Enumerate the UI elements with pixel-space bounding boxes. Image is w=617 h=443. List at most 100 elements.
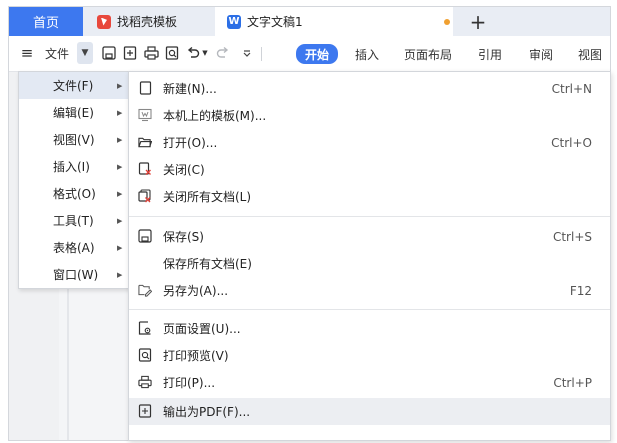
file-menu-item-shortcut: Ctrl+P — [553, 375, 592, 390]
ribbon-tab-view-label: 视图 — [578, 47, 603, 62]
file-menu-item-save-all[interactable]: 保存所有文档(E) — [129, 250, 610, 277]
tab-home-label: 首页 — [32, 16, 59, 31]
file-menu-label: 文件 — [44, 46, 69, 61]
file-menu-item-label: 打印(P)... — [163, 376, 216, 390]
file-menu-item-export-pdf[interactable]: 输出为PDF(F)... — [129, 398, 610, 425]
main-menu-item-label: 插入(I) — [53, 160, 90, 174]
file-menu-button[interactable]: 文件 — [37, 42, 77, 64]
ribbon-tab-insert-label: 插入 — [355, 47, 380, 62]
submenu-arrow-icon: ▶ — [117, 81, 123, 90]
save-toolbar-icon[interactable] — [101, 42, 117, 64]
file-menu-item-save-as[interactable]: 另存为(A)... F12 — [129, 277, 610, 304]
main-menu-item-view[interactable]: 视图(V) ▶ — [19, 126, 130, 153]
writer-doc-icon: W — [227, 14, 241, 29]
ribbon-tab-start[interactable]: 开始 — [296, 44, 339, 64]
main-menu-item-tools[interactable]: 工具(T) ▶ — [19, 207, 130, 234]
main-menu-item-label: 视图(V) — [53, 133, 95, 147]
file-menu-item-close[interactable]: 关闭(C) — [129, 156, 610, 183]
unsaved-dot-icon — [444, 19, 450, 25]
file-menu-item-label: 输出为PDF(F)... — [163, 405, 251, 419]
file-menu-item-new[interactable]: 新建(N)... Ctrl+N — [129, 75, 610, 102]
close-doc-icon — [138, 162, 152, 176]
main-menu-item-label: 窗口(W) — [53, 268, 99, 282]
tab-home[interactable]: 首页 — [9, 7, 83, 36]
toolbar: ≡ 文件 ▼ ▼ 开始 插入 页面布局 引用 审阅 视图 — [9, 36, 610, 72]
open-folder-icon — [138, 135, 152, 149]
tab-document[interactable]: W 文字文稿1 — [215, 7, 453, 36]
file-menu-item-label: 另存为(A)... — [163, 284, 229, 298]
ribbon-tab-page-layout-label: 页面布局 — [404, 47, 453, 62]
save-icon — [138, 229, 152, 243]
toolbar-divider — [261, 47, 262, 61]
save-as-icon — [138, 283, 152, 297]
file-menu-item-local-templates[interactable]: 本机上的模板(M)... — [129, 102, 610, 129]
new-tab-button[interactable]: + — [463, 7, 493, 36]
redo-icon[interactable] — [215, 42, 231, 64]
main-menu-item-label: 格式(O) — [53, 187, 96, 201]
undo-icon[interactable] — [185, 42, 201, 64]
menu-separator — [129, 216, 610, 217]
file-menu-item-label: 页面设置(U)... — [163, 322, 241, 336]
main-menu-item-file[interactable]: 文件(F) ▶ — [19, 72, 130, 99]
tab-templates-label: 找稻壳模板 — [117, 15, 178, 29]
main-menu-item-label: 表格(A) — [53, 241, 95, 255]
tab-templates[interactable]: 找稻壳模板 — [85, 7, 215, 36]
submenu-arrow-icon: ▶ — [117, 108, 123, 117]
submenu-arrow-icon: ▶ — [117, 162, 123, 171]
close-all-icon — [138, 189, 152, 203]
export-pdf-toolbar-icon[interactable] — [122, 42, 138, 64]
file-menu-item-shortcut: Ctrl+N — [551, 81, 592, 96]
page-setup-icon — [138, 321, 152, 335]
file-menu-item-print-preview[interactable]: 打印预览(V) — [129, 342, 610, 369]
main-menu-item-window[interactable]: 窗口(W) ▶ — [19, 261, 130, 288]
plus-icon: + — [469, 9, 487, 34]
file-menu-item-shortcut: Ctrl+S — [552, 229, 592, 244]
main-menu: 文件(F) ▶ 编辑(E) ▶ 视图(V) ▶ 插入(I) ▶ 格式(O) ▶ … — [18, 71, 131, 289]
file-menu-item-save[interactable]: 保存(S) Ctrl+S — [129, 223, 610, 250]
main-menu-item-edit[interactable]: 编辑(E) ▶ — [19, 99, 130, 126]
quick-access-more-icon[interactable] — [241, 42, 253, 64]
main-menu-item-label: 工具(T) — [53, 214, 94, 228]
submenu-arrow-icon: ▶ — [117, 270, 123, 279]
main-menu-item-format[interactable]: 格式(O) ▶ — [19, 180, 130, 207]
file-menu-item-label: 新建(N)... — [163, 82, 217, 96]
file-menu-item-open[interactable]: 打开(O)... Ctrl+O — [129, 129, 610, 156]
ribbon-tab-references[interactable]: 引用 — [478, 45, 502, 63]
template-icon — [138, 108, 152, 122]
hamburger-menu-icon[interactable]: ≡ — [17, 42, 37, 64]
print-preview-icon — [138, 348, 152, 362]
file-menu-item-label: 关闭(C) — [163, 163, 205, 177]
main-menu-item-label: 文件(F) — [53, 79, 94, 93]
print-toolbar-icon[interactable] — [143, 42, 159, 64]
submenu-arrow-icon: ▶ — [117, 189, 123, 198]
tab-document-label: 文字文稿1 — [247, 15, 303, 29]
submenu-arrow-icon: ▶ — [117, 135, 123, 144]
file-menu-item-shortcut: F12 — [569, 283, 592, 298]
file-menu-item-print[interactable]: 打印(P)... Ctrl+P — [129, 369, 610, 396]
print-preview-toolbar-icon[interactable] — [164, 42, 180, 64]
ribbon-tab-insert[interactable]: 插入 — [355, 45, 379, 63]
ribbon-tab-start-label: 开始 — [305, 47, 330, 62]
file-menu-item-close-all[interactable]: 关闭所有文档(L) — [129, 183, 610, 210]
export-pdf-icon — [138, 404, 152, 418]
print-icon — [138, 375, 152, 389]
submenu-arrow-icon: ▶ — [117, 243, 123, 252]
tab-bar: 首页 找稻壳模板 W 文字文稿1 + — [9, 7, 610, 36]
ribbon-tab-view[interactable]: 视图 — [578, 45, 602, 63]
file-menu-item-label: 保存所有文档(E) — [163, 257, 252, 271]
ribbon-tab-references-label: 引用 — [478, 47, 503, 62]
file-menu-item-label: 保存(S) — [163, 230, 204, 244]
main-menu-item-insert[interactable]: 插入(I) ▶ — [19, 153, 130, 180]
file-menu-item-label: 打印预览(V) — [163, 349, 229, 363]
menu-separator — [129, 309, 610, 310]
file-menu-item-page-setup[interactable]: 页面设置(U)... — [129, 315, 610, 342]
file-submenu: 新建(N)... Ctrl+N 本机上的模板(M)... 打开(O)... Ct… — [128, 71, 611, 441]
main-menu-item-table[interactable]: 表格(A) ▶ — [19, 234, 130, 261]
ribbon-tab-review[interactable]: 审阅 — [529, 45, 553, 63]
new-doc-icon — [138, 81, 152, 95]
file-menu-item-shortcut: Ctrl+O — [551, 135, 592, 150]
undo-dropdown-icon[interactable]: ▼ — [201, 42, 209, 64]
ribbon-tab-review-label: 审阅 — [529, 47, 554, 62]
ribbon-tab-page-layout[interactable]: 页面布局 — [404, 45, 452, 63]
file-menu-dropdown-button[interactable]: ▼ — [77, 42, 93, 64]
